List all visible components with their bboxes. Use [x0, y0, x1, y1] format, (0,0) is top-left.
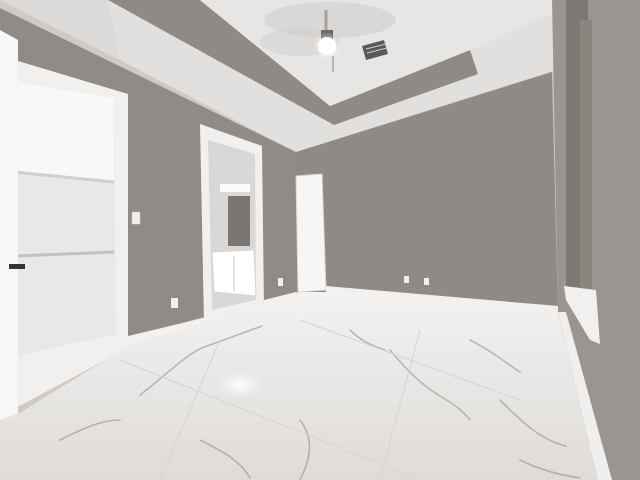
light-switch-icon [131, 211, 141, 225]
power-outlet-icon [424, 278, 429, 285]
window-frame [580, 20, 592, 290]
closet-upper-light [14, 82, 114, 182]
back-wall-door [295, 173, 327, 293]
power-outlet-icon [171, 298, 178, 308]
bath-vanity-light [220, 184, 250, 192]
bedroom-photo [0, 0, 640, 480]
closet-door [0, 30, 18, 420]
room-illustration [0, 0, 640, 480]
floor-light-reflection [218, 371, 262, 399]
power-outlet-icon [278, 278, 283, 286]
power-outlet-icon [404, 276, 409, 283]
bath-mirror [228, 196, 250, 246]
closet-door-handle [9, 264, 25, 269]
